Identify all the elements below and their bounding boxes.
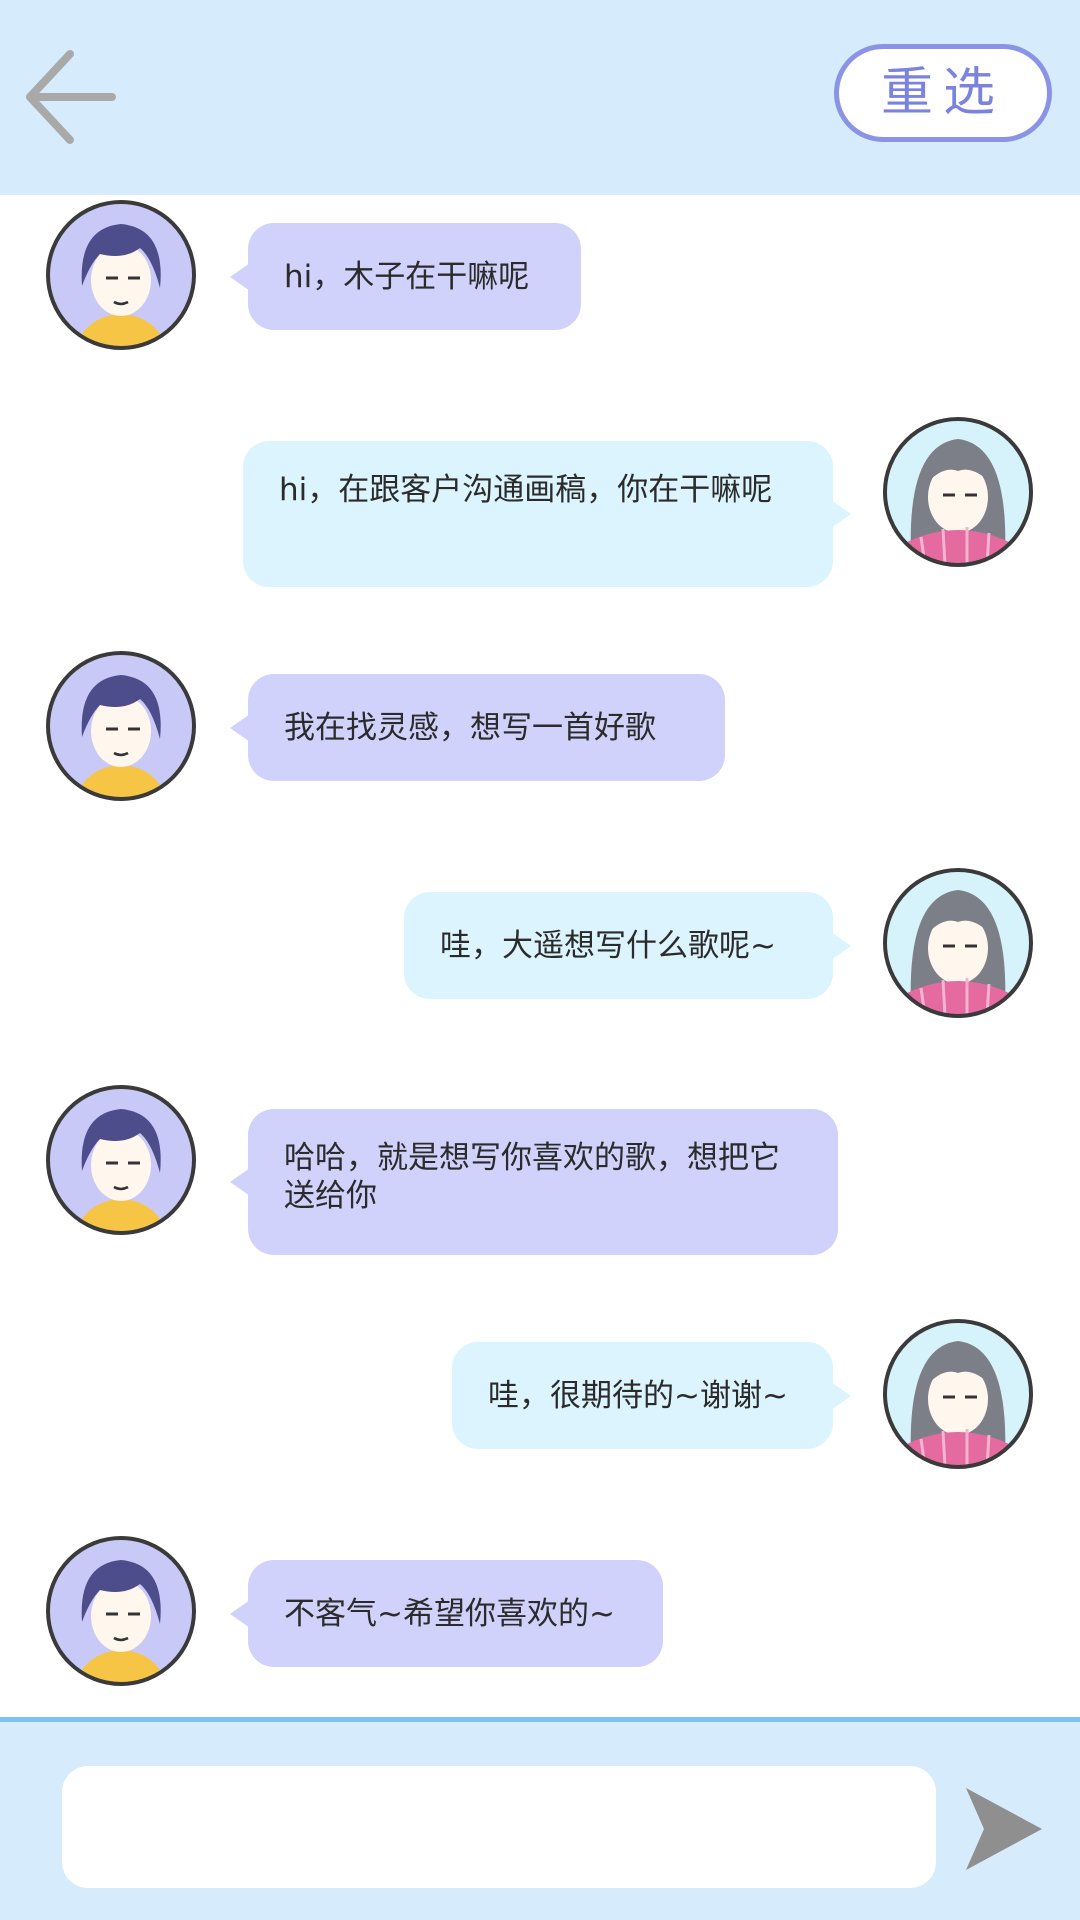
message-bubble-right: 哇，很期待的~谢谢~: [452, 1342, 851, 1449]
girl-avatar[interactable]: [881, 415, 1035, 569]
girl-avatar[interactable]: [881, 866, 1035, 1020]
message-bubble-left: 我在找灵感，想写一首好歌: [230, 674, 725, 781]
message-bubble-left: 不客气~希望你喜欢的~: [230, 1560, 663, 1667]
chat-area: hi，木子在干嘛呢 hi，在跟客户沟通画稿，你在干嘛呢 我在找灵感，想写一首好歌…: [0, 195, 1080, 1717]
boy-avatar[interactable]: [44, 1534, 198, 1688]
girl-avatar[interactable]: [881, 1317, 1035, 1471]
message-bubble-left: 哈哈，就是想写你喜欢的歌，想把它送给你: [230, 1109, 838, 1255]
message-bubble-left: hi，木子在干嘛呢: [230, 223, 581, 330]
send-arrow-icon: [966, 1788, 1042, 1870]
message-input[interactable]: [62, 1766, 936, 1888]
back-button[interactable]: [18, 42, 118, 152]
send-button[interactable]: [962, 1784, 1046, 1874]
message-bubble-right: 哇，大遥想写什么歌呢~: [404, 892, 851, 999]
boy-avatar[interactable]: [44, 198, 198, 352]
boy-avatar[interactable]: [44, 649, 198, 803]
arrow-left-icon: [26, 50, 116, 144]
input-bar: [0, 1717, 1080, 1920]
boy-avatar[interactable]: [44, 1083, 198, 1237]
reselect-button[interactable]: 重选: [834, 44, 1052, 142]
message-bubble-right: hi，在跟客户沟通画稿，你在干嘛呢: [243, 441, 851, 587]
top-bar: 重选: [0, 0, 1080, 195]
